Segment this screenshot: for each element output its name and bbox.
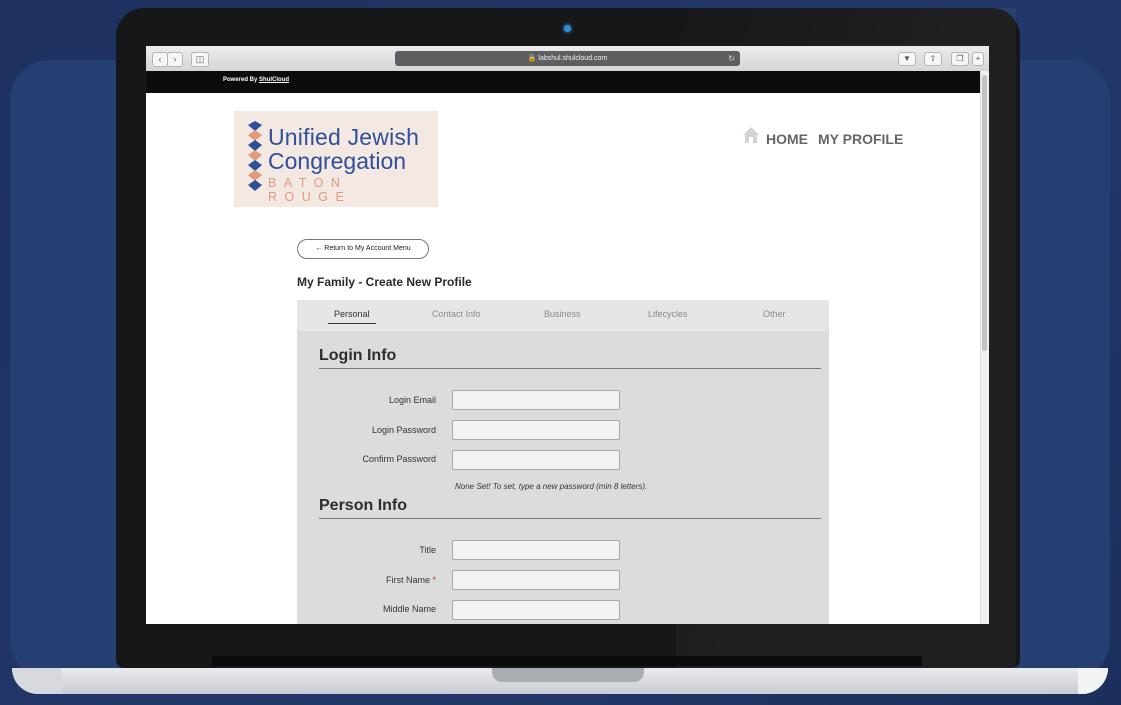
section-divider xyxy=(319,518,821,519)
chevron-left-icon[interactable]: ‹ xyxy=(152,52,168,67)
logo-line-3: BATON ROUGE xyxy=(268,176,352,204)
middle-name-label: Middle Name xyxy=(382,604,436,614)
login-password-label: Login Password xyxy=(371,425,436,435)
confirm-password-field[interactable] xyxy=(452,450,620,470)
tab-other[interactable]: Other xyxy=(763,309,786,319)
scrollbar-thumb[interactable] xyxy=(982,75,987,351)
scrollbar[interactable] xyxy=(980,71,989,624)
page-title: My Family - Create New Profile xyxy=(297,275,472,289)
screen: ‹ › ◫ 🔒 labshul.shulcloud.com ↻ ▼ ⇧ ❐ + … xyxy=(146,46,989,624)
braid-logo-icon xyxy=(248,121,262,191)
return-to-account-menu-button[interactable]: ← Return to My Account Menu xyxy=(297,239,429,259)
section-divider xyxy=(319,368,821,369)
reload-icon[interactable]: ↻ xyxy=(728,51,735,66)
congregation-logo[interactable]: Unified Jewish Congregation BATON ROUGE xyxy=(234,111,438,207)
first-name-field[interactable] xyxy=(452,570,620,590)
first-name-label: First Name * xyxy=(386,575,436,585)
tab-business[interactable]: Business xyxy=(544,309,581,319)
logo-line-1: Unified Jewish xyxy=(268,124,420,150)
login-password-field[interactable] xyxy=(452,420,620,440)
url-text: labshul.shulcloud.com xyxy=(538,55,608,62)
profile-tabs: Personal Contact Info Business Lifecycle… xyxy=(297,300,829,331)
required-marker: * xyxy=(432,575,436,585)
share-icon[interactable]: ⇧ xyxy=(924,52,942,66)
login-email-field[interactable] xyxy=(452,390,620,410)
middle-name-field[interactable] xyxy=(452,600,620,620)
first-name-label-text: First Name xyxy=(385,575,430,585)
active-tab-indicator xyxy=(328,323,376,324)
new-tab-icon[interactable]: + xyxy=(972,52,984,66)
person-info-heading: Person Info xyxy=(319,497,408,514)
address-bar[interactable]: 🔒 labshul.shulcloud.com ↻ xyxy=(395,51,740,66)
download-icon[interactable]: ▼ xyxy=(898,52,916,66)
profile-form: Personal Contact Info Business Lifecycle… xyxy=(297,300,829,624)
sidebar-icon[interactable]: ◫ xyxy=(191,52,209,67)
login-email-label: Login Email xyxy=(388,395,436,405)
nav-my-profile-link[interactable]: MY PROFILE xyxy=(818,131,903,147)
lock-icon: 🔒 xyxy=(527,55,537,62)
home-icon[interactable] xyxy=(742,126,760,144)
confirm-password-label: Confirm Password xyxy=(362,454,436,464)
tab-contact-info[interactable]: Contact Info xyxy=(432,309,481,319)
login-info-heading: Login Info xyxy=(319,347,397,364)
laptop-notch xyxy=(492,668,644,682)
tab-lifecycles[interactable]: Lifecycles xyxy=(648,309,688,319)
powered-by-label: Powered By xyxy=(223,77,258,83)
tab-personal[interactable]: Personal xyxy=(334,309,370,319)
camera-icon xyxy=(564,25,571,32)
powered-by-bar: Powered By ShulCloud xyxy=(146,71,981,93)
laptop-hinge xyxy=(212,656,922,666)
title-label: Title xyxy=(419,545,436,555)
logo-line-2: Congregation xyxy=(268,148,407,174)
password-hint: None Set! To set, type a new password (m… xyxy=(455,482,648,491)
nav-home-link[interactable]: HOME xyxy=(766,131,808,147)
chevron-right-icon[interactable]: › xyxy=(167,52,183,67)
browser-toolbar: ‹ › ◫ 🔒 labshul.shulcloud.com ↻ ▼ ⇧ ❐ + xyxy=(146,46,989,72)
shulcloud-link[interactable]: ShulCloud xyxy=(259,77,289,83)
tabs-icon[interactable]: ❐ xyxy=(951,52,969,66)
title-field[interactable] xyxy=(452,540,620,560)
